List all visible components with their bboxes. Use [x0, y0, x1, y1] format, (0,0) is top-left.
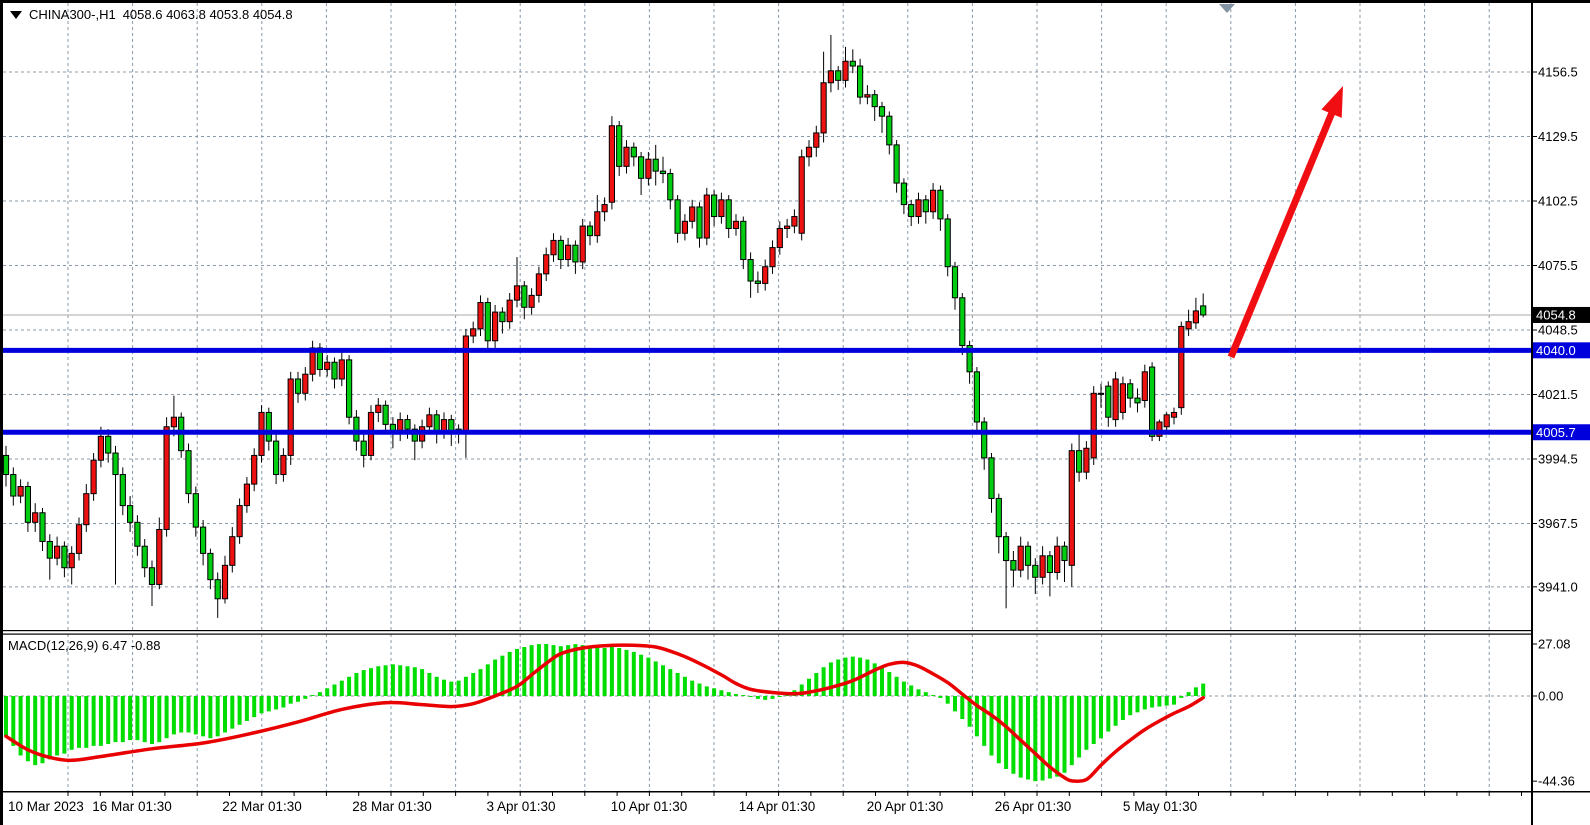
price-tick-label: 4156.5: [1538, 65, 1578, 80]
hline-price-tag: 4040.0: [1533, 342, 1590, 358]
time-axis-label: 5 May 01:30: [1123, 799, 1197, 814]
price-tick-label: 4102.5: [1538, 194, 1578, 209]
price-tick-label: 3994.5: [1538, 452, 1578, 467]
time-axis-label: 26 Apr 01:30: [995, 799, 1072, 814]
price-tick-label: 4021.5: [1538, 387, 1578, 402]
price-tick-label: 3941.0: [1538, 579, 1578, 594]
svg-text:4005.7: 4005.7: [1536, 425, 1576, 440]
macd-tick-label: -44.36: [1538, 774, 1575, 789]
grid-lines: [3, 3, 1532, 791]
price-tick-label: 3967.5: [1538, 516, 1578, 531]
svg-text:4040.0: 4040.0: [1536, 343, 1576, 358]
symbol-period-label: CHINA300-,H1: [29, 7, 116, 22]
ohlc-readout: 4058.6 4063.8 4053.8 4054.8: [123, 7, 293, 22]
chart-window: 4156.5 4129.5 4102.5 4075.5 4048.5 4021.5 3994…: [0, 0, 1590, 825]
time-scale[interactable]: 10 Mar 2023 16 Mar 01:30 22 Mar 01:30 28 Ma…: [8, 792, 1522, 814]
trend-arrow-object[interactable]: [1231, 86, 1343, 357]
macd-pane: [6, 644, 1203, 781]
time-axis-label: 3 Apr 01:30: [486, 799, 555, 814]
chart-title-bar: CHINA300-,H1 4058.6 4063.8 4053.8 4054.8: [10, 7, 293, 22]
macd-indicator-label: MACD(12,26,9) 6.47 -0.88: [8, 638, 160, 653]
macd-tick-label: 0.00: [1538, 689, 1563, 704]
hline-price-tag: 4005.7: [1533, 424, 1590, 440]
macd-tick-label: 27.08: [1538, 637, 1571, 652]
time-axis-label: 14 Apr 01:30: [739, 799, 816, 814]
time-axis-label: 28 Mar 01:30: [352, 799, 432, 814]
price-tick-label: 4129.5: [1538, 129, 1578, 144]
time-axis-label: 10 Apr 01:30: [611, 799, 688, 814]
time-axis-label: 16 Mar 01:30: [92, 799, 172, 814]
time-axis-label: 10 Mar 2023: [8, 799, 84, 814]
candles-layer: [3, 35, 1205, 618]
scroll-shift-marker-icon[interactable]: [1219, 4, 1235, 13]
price-tick-label: 4048.5: [1538, 323, 1578, 338]
svg-text:4054.8: 4054.8: [1536, 307, 1576, 322]
symbol-dropdown-icon[interactable]: [10, 11, 22, 19]
current-price-tag: 4054.8: [1533, 307, 1590, 323]
time-axis-label: 22 Mar 01:30: [222, 799, 302, 814]
chart-surface[interactable]: 4156.5 4129.5 4102.5 4075.5 4048.5 4021.5 3994…: [0, 0, 1590, 825]
price-tick-label: 4075.5: [1538, 258, 1578, 273]
time-axis-label: 20 Apr 01:30: [867, 799, 944, 814]
